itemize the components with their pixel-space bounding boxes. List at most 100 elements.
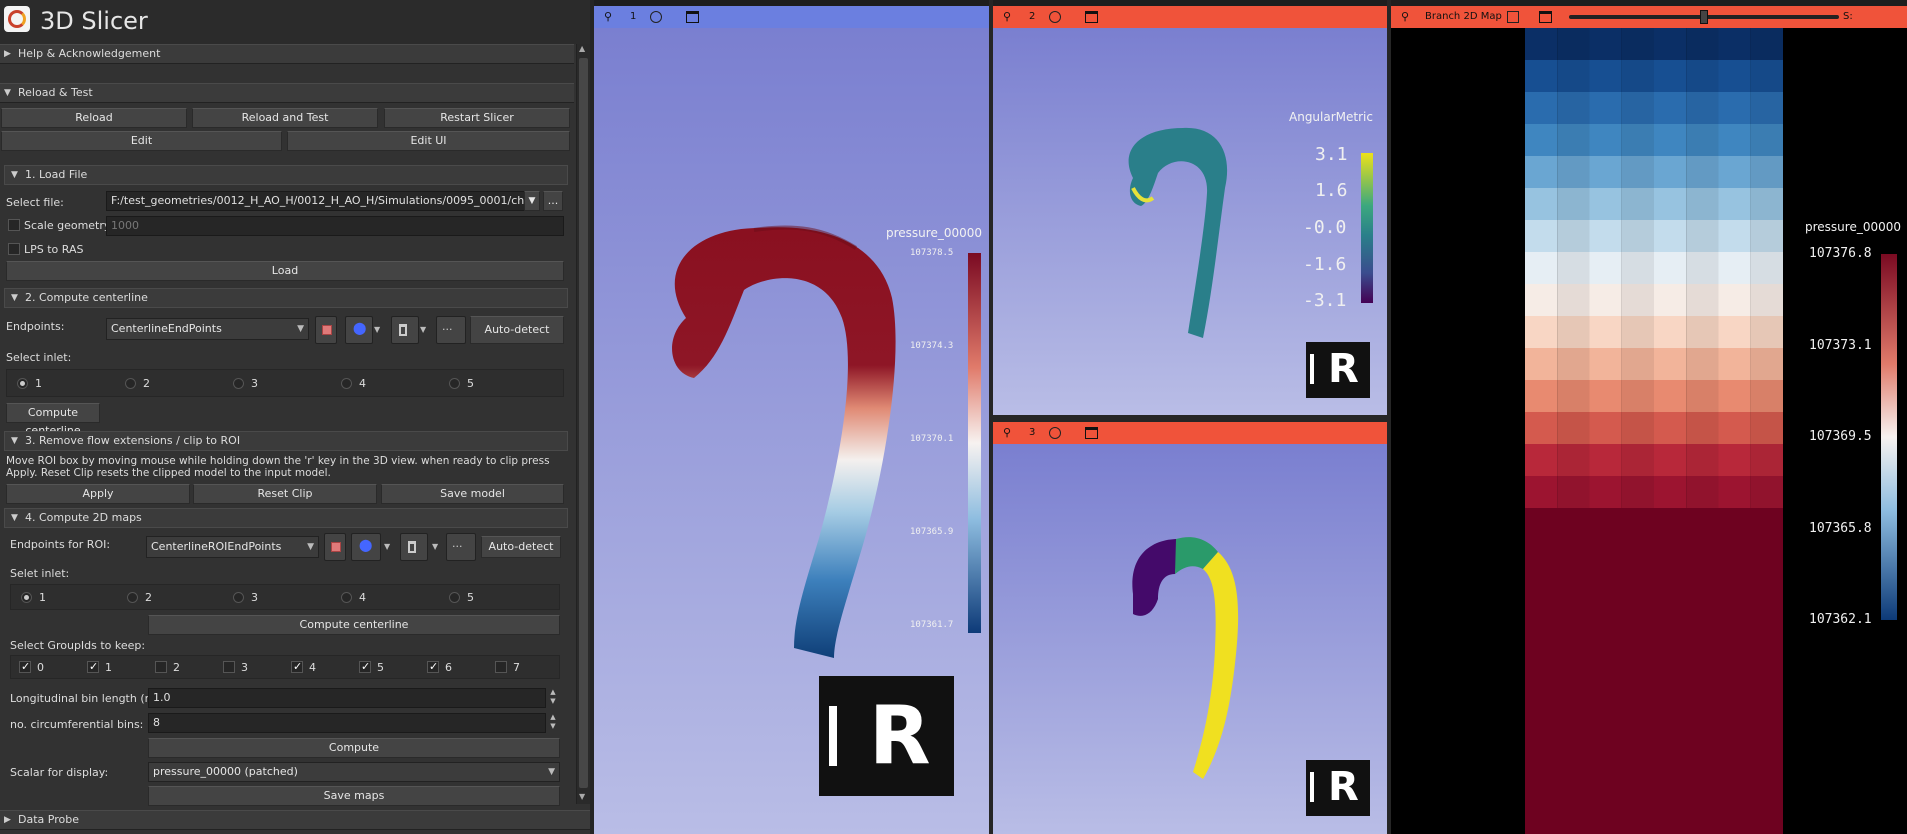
pin-icon[interactable]: ⚲ — [1003, 422, 1011, 444]
center-view-icon[interactable] — [1049, 427, 1061, 439]
groupid-checkbox-2[interactable] — [155, 661, 167, 673]
inlet-radio-2[interactable] — [125, 378, 136, 389]
restart-slicer-button[interactable]: Restart Slicer — [384, 108, 570, 128]
groupid-checkbox-6[interactable]: ✓ — [427, 660, 439, 673]
groupid-checkbox-1[interactable]: ✓ — [87, 660, 99, 673]
edit-ui-button[interactable]: Edit UI — [287, 131, 570, 151]
pin-icon[interactable]: ⚲ — [1003, 6, 1011, 28]
roi-compute-centerline-button[interactable]: Compute centerline — [148, 615, 560, 635]
file-path-field[interactable]: F:/test_geometries/0012_H_AO_H/0012_H_AO… — [106, 191, 528, 211]
bin-length-input[interactable]: 1.0 — [148, 688, 546, 708]
scroll-down-icon[interactable]: ▼ — [579, 792, 585, 801]
reload-button[interactable]: Reload — [1, 108, 187, 128]
link-icon[interactable] — [1507, 11, 1519, 23]
endpoints-selector[interactable]: CenterlineEndPoints ▼ — [106, 318, 309, 340]
roi-inlet-radio-5[interactable] — [449, 592, 460, 603]
colorbar-tick: 1.6 — [1315, 180, 1348, 201]
auto-detect-button[interactable]: Auto-detect — [470, 316, 564, 344]
heatmap-cell — [1686, 348, 1719, 380]
roi-more-options-button[interactable]: ··· — [446, 533, 476, 561]
caret-down-icon: ▼ — [4, 88, 11, 98]
roi-delete-points-button[interactable] — [400, 533, 428, 561]
inlet-radio-4[interactable] — [341, 378, 352, 389]
view2-3d[interactable]: AngularMetric 3.1 1.6 -0.0 -1.6 -3.1 R — [993, 28, 1387, 415]
compute-centerline-button[interactable]: Compute centerline — [6, 403, 100, 437]
view-splitter-horizontal[interactable] — [993, 415, 1387, 422]
delete-menu-arrow-icon[interactable]: ▼ — [432, 533, 440, 561]
groupid-checkbox-4[interactable]: ✓ — [291, 660, 303, 673]
inlet-radio-5[interactable] — [449, 378, 460, 389]
circ-bins-input[interactable]: 8 — [148, 713, 546, 733]
file-dropdown-arrow-icon[interactable]: ▼ — [524, 191, 540, 211]
heatmap-cell — [1750, 348, 1783, 380]
place-point-button[interactable]: ⬤ — [345, 316, 373, 344]
scroll-up-icon[interactable]: ▲ — [579, 44, 585, 53]
section-reload[interactable]: ▼ Reload & Test — [0, 83, 574, 103]
groupid-checkbox-3[interactable] — [223, 661, 235, 673]
scrollbar-thumb[interactable] — [579, 58, 588, 788]
bin-length-spinner-icon[interactable]: ▲ ▼ — [548, 688, 558, 708]
browse-button[interactable]: ... — [543, 191, 563, 211]
section-2d-maps[interactable]: ▼ 4. Compute 2D maps — [4, 508, 568, 528]
section-data-probe[interactable]: ▶ Data Probe — [0, 810, 590, 830]
heatmap-cell — [1525, 284, 1558, 316]
roi-inlet-radio-2[interactable] — [127, 592, 138, 603]
center-view-icon[interactable] — [1049, 11, 1061, 23]
heatmap-cell — [1750, 412, 1783, 444]
circ-bins-spinner-icon[interactable]: ▲ ▼ — [548, 713, 558, 733]
delete-menu-arrow-icon[interactable]: ▼ — [420, 316, 428, 344]
section-clip[interactable]: ▼ 3. Remove flow extensions / clip to RO… — [4, 431, 568, 451]
roi-inlet-radio-1[interactable] — [21, 592, 32, 603]
roi-color-button[interactable] — [324, 533, 346, 561]
endpoints-label: Endpoints: — [6, 320, 65, 333]
groupid-checkbox-0[interactable]: ✓ — [19, 660, 31, 673]
more-options-button[interactable]: ··· — [436, 316, 466, 344]
reload-and-test-button[interactable]: Reload and Test — [192, 108, 378, 128]
scalar-display-selector[interactable]: pressure_00000 (patched) ▼ — [148, 762, 560, 782]
maximize-view-icon[interactable] — [1085, 427, 1098, 439]
load-button[interactable]: Load — [6, 261, 564, 281]
roi-inlet-radio-4[interactable] — [341, 592, 352, 603]
groupid-checkbox-5[interactable]: ✓ — [359, 660, 371, 673]
heatmap-cell — [1718, 220, 1751, 252]
section-help[interactable]: ▶ Help & Acknowledgement — [0, 44, 574, 64]
heatmap-cell — [1621, 348, 1654, 380]
branch-2d-map-view[interactable]: pressure_00000 107376.8 107373.1 107369.… — [1391, 28, 1907, 834]
compute-button[interactable]: Compute — [148, 738, 560, 758]
inlet-radio-1[interactable] — [17, 378, 28, 389]
module-panel-scrollbar[interactable]: ▲ ▼ — [576, 44, 590, 804]
roi-auto-detect-button[interactable]: Auto-detect — [481, 536, 561, 558]
slice-slider[interactable] — [1569, 10, 1839, 24]
color-swatch-icon — [322, 325, 332, 335]
place-menu-arrow-icon[interactable]: ▼ — [374, 316, 382, 344]
maximize-view-icon[interactable] — [1539, 11, 1552, 23]
slider-handle[interactable] — [1700, 10, 1708, 24]
roi-endpoints-selector[interactable]: CenterlineROIEndPoints ▼ — [146, 536, 319, 558]
roi-inlet-radio-3[interactable] — [233, 592, 244, 603]
section-compute-centerline[interactable]: ▼ 2. Compute centerline — [4, 288, 568, 308]
endpoint-color-button[interactable] — [315, 316, 337, 344]
orientation-label: R — [1328, 346, 1359, 392]
edit-button[interactable]: Edit — [1, 131, 282, 151]
pin-icon[interactable]: ⚲ — [604, 6, 612, 28]
section-load-file[interactable]: ▼ 1. Load File — [4, 165, 568, 185]
save-model-button[interactable]: Save model — [381, 484, 564, 504]
scale-geometry-checkbox[interactable] — [8, 219, 20, 231]
apply-button[interactable]: Apply — [6, 484, 190, 504]
maximize-view-icon[interactable] — [1085, 11, 1098, 23]
pin-icon[interactable]: ⚲ — [1401, 6, 1409, 28]
scale-geometry-input[interactable]: 1000 — [106, 216, 564, 236]
view1-3d[interactable]: pressure_00000 107378.5 107374.3 107370.… — [594, 28, 989, 834]
roi-place-point-button[interactable]: ⬤ — [351, 533, 381, 561]
inlet-radio-3[interactable] — [233, 378, 244, 389]
save-maps-button[interactable]: Save maps — [148, 786, 560, 806]
delete-points-button[interactable] — [391, 316, 419, 344]
checkmark-icon: ✓ — [429, 660, 439, 673]
center-view-icon[interactable] — [650, 11, 662, 23]
maximize-view-icon[interactable] — [686, 11, 699, 23]
view3-3d[interactable]: R — [993, 444, 1387, 834]
lps-to-ras-checkbox[interactable] — [8, 243, 20, 255]
reset-clip-button[interactable]: Reset Clip — [193, 484, 377, 504]
groupid-checkbox-7[interactable] — [495, 661, 507, 673]
place-menu-arrow-icon[interactable]: ▼ — [384, 533, 392, 561]
